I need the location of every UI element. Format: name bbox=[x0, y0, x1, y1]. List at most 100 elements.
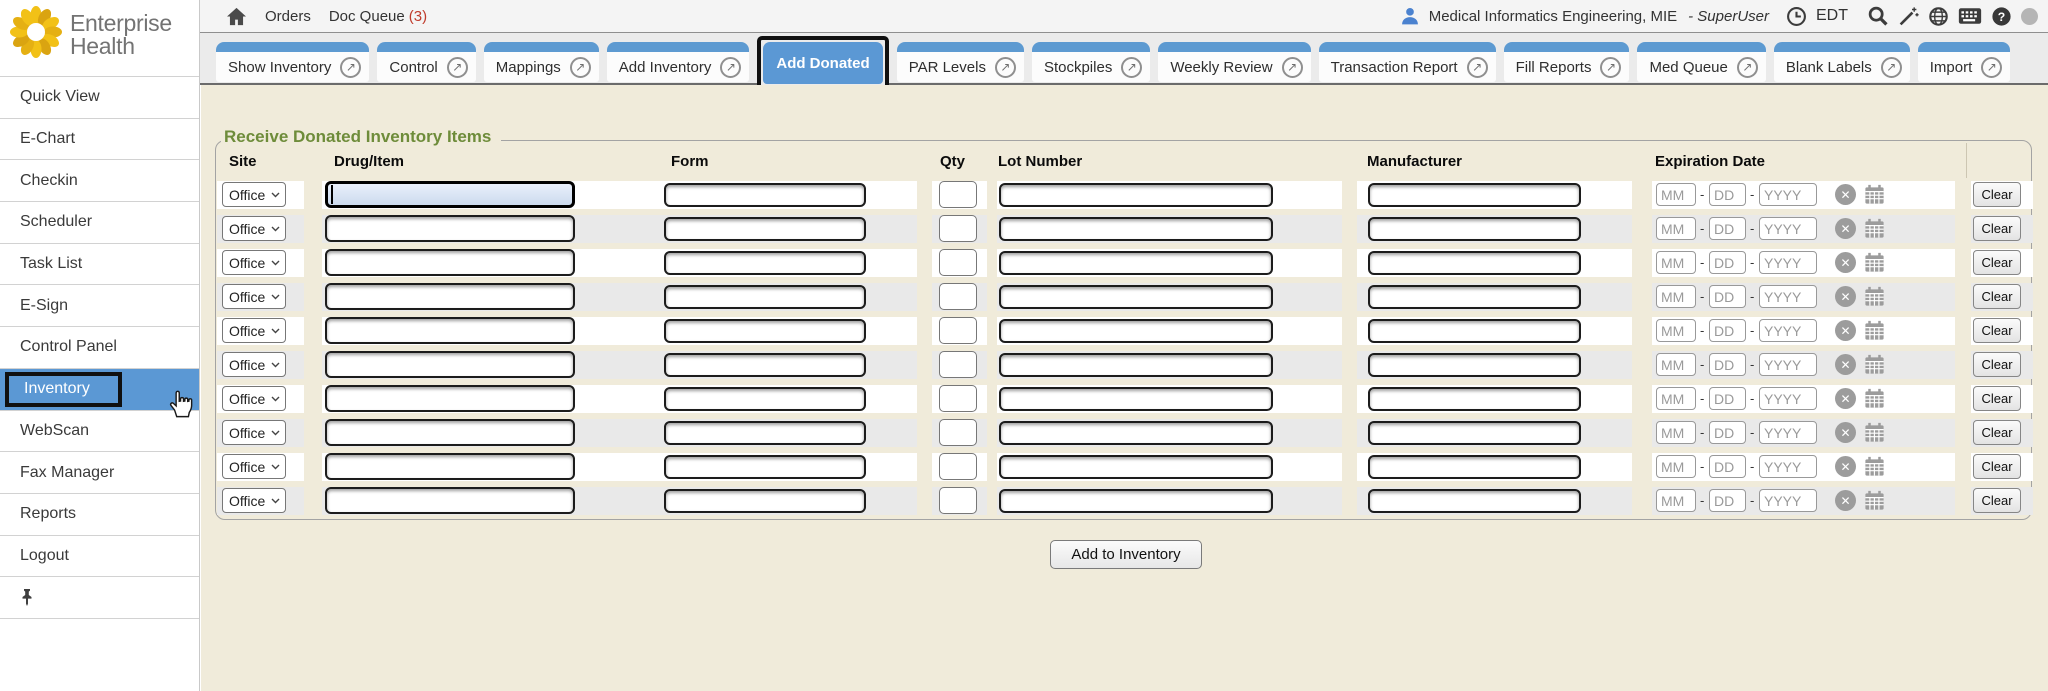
clear-row-button[interactable]: Clear bbox=[1973, 318, 2021, 343]
open-new-window-icon[interactable]: ↗ bbox=[447, 57, 468, 78]
clear-date-icon[interactable]: ✕ bbox=[1835, 388, 1856, 409]
presence-status-icon[interactable] bbox=[2021, 8, 2038, 25]
exp-year-input[interactable] bbox=[1759, 183, 1817, 206]
open-new-window-icon[interactable]: ↗ bbox=[570, 57, 591, 78]
form-input[interactable] bbox=[664, 353, 866, 377]
sidebar-item-scheduler[interactable]: Scheduler bbox=[0, 202, 199, 244]
open-new-window-icon[interactable]: ↗ bbox=[1737, 57, 1758, 78]
exp-year-input[interactable] bbox=[1759, 387, 1817, 410]
site-select[interactable]: Office bbox=[222, 352, 286, 377]
home-icon[interactable] bbox=[226, 7, 247, 26]
drug-item-input[interactable] bbox=[325, 487, 575, 514]
clear-row-button[interactable]: Clear bbox=[1973, 250, 2021, 275]
sidebar-item-fax-manager[interactable]: Fax Manager bbox=[0, 452, 199, 494]
drug-item-input[interactable] bbox=[325, 181, 575, 208]
clock-icon[interactable] bbox=[1786, 6, 1807, 27]
open-new-window-icon[interactable]: ↗ bbox=[1282, 57, 1303, 78]
form-input[interactable] bbox=[664, 421, 866, 445]
site-select[interactable]: Office bbox=[222, 454, 286, 479]
form-input[interactable] bbox=[664, 183, 866, 207]
clear-row-button[interactable]: Clear bbox=[1973, 454, 2021, 479]
exp-month-input[interactable] bbox=[1656, 285, 1696, 308]
open-new-window-icon[interactable]: ↗ bbox=[1600, 57, 1621, 78]
lot-number-input[interactable] bbox=[999, 387, 1273, 411]
tab-control[interactable]: Control ↗ bbox=[377, 42, 475, 82]
exp-day-input[interactable] bbox=[1709, 455, 1746, 478]
open-new-window-icon[interactable]: ↗ bbox=[1121, 57, 1142, 78]
wand-icon[interactable] bbox=[1898, 6, 1919, 27]
orders-link[interactable]: Orders bbox=[265, 8, 311, 25]
calendar-icon[interactable] bbox=[1863, 285, 1886, 313]
exp-year-input[interactable] bbox=[1759, 251, 1817, 274]
drug-item-input[interactable] bbox=[325, 453, 575, 480]
qty-input[interactable] bbox=[939, 351, 977, 378]
qty-input[interactable] bbox=[939, 385, 977, 412]
lot-number-input[interactable] bbox=[999, 455, 1273, 479]
help-icon[interactable]: ? bbox=[1991, 6, 2012, 27]
manufacturer-input[interactable] bbox=[1368, 319, 1581, 343]
exp-day-input[interactable] bbox=[1709, 353, 1746, 376]
sidebar-item-reports[interactable]: Reports bbox=[0, 494, 199, 536]
tab-med-queue[interactable]: Med Queue ↗ bbox=[1637, 42, 1765, 82]
form-input[interactable] bbox=[664, 217, 866, 241]
form-input[interactable] bbox=[664, 387, 866, 411]
clear-row-button[interactable]: Clear bbox=[1973, 216, 2021, 241]
calendar-icon[interactable] bbox=[1863, 251, 1886, 279]
drug-item-input[interactable] bbox=[325, 215, 575, 242]
qty-input[interactable] bbox=[939, 283, 977, 310]
exp-month-input[interactable] bbox=[1656, 319, 1696, 342]
clear-date-icon[interactable]: ✕ bbox=[1835, 252, 1856, 273]
exp-month-input[interactable] bbox=[1656, 455, 1696, 478]
exp-month-input[interactable] bbox=[1656, 353, 1696, 376]
add-to-inventory-button[interactable]: Add to Inventory bbox=[1050, 540, 1202, 569]
lot-number-input[interactable] bbox=[999, 183, 1273, 207]
clear-row-button[interactable]: Clear bbox=[1973, 386, 2021, 411]
manufacturer-input[interactable] bbox=[1368, 455, 1581, 479]
drug-item-input[interactable] bbox=[325, 283, 575, 310]
manufacturer-input[interactable] bbox=[1368, 251, 1581, 275]
form-input[interactable] bbox=[664, 251, 866, 275]
tab-import[interactable]: Import ↗ bbox=[1918, 42, 2011, 82]
tab-add-inventory[interactable]: Add Inventory ↗ bbox=[607, 42, 750, 82]
qty-input[interactable] bbox=[939, 487, 977, 514]
clear-date-icon[interactable]: ✕ bbox=[1835, 422, 1856, 443]
exp-year-input[interactable] bbox=[1759, 319, 1817, 342]
exp-month-input[interactable] bbox=[1656, 217, 1696, 240]
manufacturer-input[interactable] bbox=[1368, 421, 1581, 445]
tab-add-donated[interactable]: Add Donated ↗ bbox=[757, 36, 888, 90]
keyboard-icon[interactable] bbox=[1958, 7, 1982, 25]
exp-day-input[interactable] bbox=[1709, 217, 1746, 240]
clear-row-button[interactable]: Clear bbox=[1973, 488, 2021, 513]
sidebar-item-control-panel[interactable]: Control Panel bbox=[0, 327, 199, 369]
open-new-window-icon[interactable]: ↗ bbox=[1467, 57, 1488, 78]
clear-row-button[interactable]: Clear bbox=[1973, 284, 2021, 309]
clear-date-icon[interactable]: ✕ bbox=[1835, 218, 1856, 239]
exp-month-input[interactable] bbox=[1656, 421, 1696, 444]
site-select[interactable]: Office bbox=[222, 284, 286, 309]
tab-show-inventory[interactable]: Show Inventory ↗ bbox=[216, 42, 369, 82]
calendar-icon[interactable] bbox=[1863, 183, 1886, 211]
exp-day-input[interactable] bbox=[1709, 387, 1746, 410]
site-select[interactable]: Office bbox=[222, 250, 286, 275]
form-input[interactable] bbox=[664, 489, 866, 513]
sidebar-item-checkin[interactable]: Checkin bbox=[0, 160, 199, 202]
exp-year-input[interactable] bbox=[1759, 455, 1817, 478]
clear-row-button[interactable]: Clear bbox=[1973, 420, 2021, 445]
manufacturer-input[interactable] bbox=[1368, 183, 1581, 207]
clear-date-icon[interactable]: ✕ bbox=[1835, 456, 1856, 477]
clear-date-icon[interactable]: ✕ bbox=[1835, 490, 1856, 511]
qty-input[interactable] bbox=[939, 317, 977, 344]
qty-input[interactable] bbox=[939, 181, 977, 208]
sidebar-item-quick-view[interactable]: Quick View bbox=[0, 77, 199, 119]
site-select[interactable]: Office bbox=[222, 182, 286, 207]
clear-date-icon[interactable]: ✕ bbox=[1835, 320, 1856, 341]
lot-number-input[interactable] bbox=[999, 285, 1273, 309]
manufacturer-input[interactable] bbox=[1368, 285, 1581, 309]
globe-icon[interactable] bbox=[1928, 6, 1949, 27]
manufacturer-input[interactable] bbox=[1368, 353, 1581, 377]
clear-date-icon[interactable]: ✕ bbox=[1835, 184, 1856, 205]
open-new-window-icon[interactable]: ↗ bbox=[995, 57, 1016, 78]
calendar-icon[interactable] bbox=[1863, 217, 1886, 245]
exp-day-input[interactable] bbox=[1709, 319, 1746, 342]
clear-date-icon[interactable]: ✕ bbox=[1835, 354, 1856, 375]
